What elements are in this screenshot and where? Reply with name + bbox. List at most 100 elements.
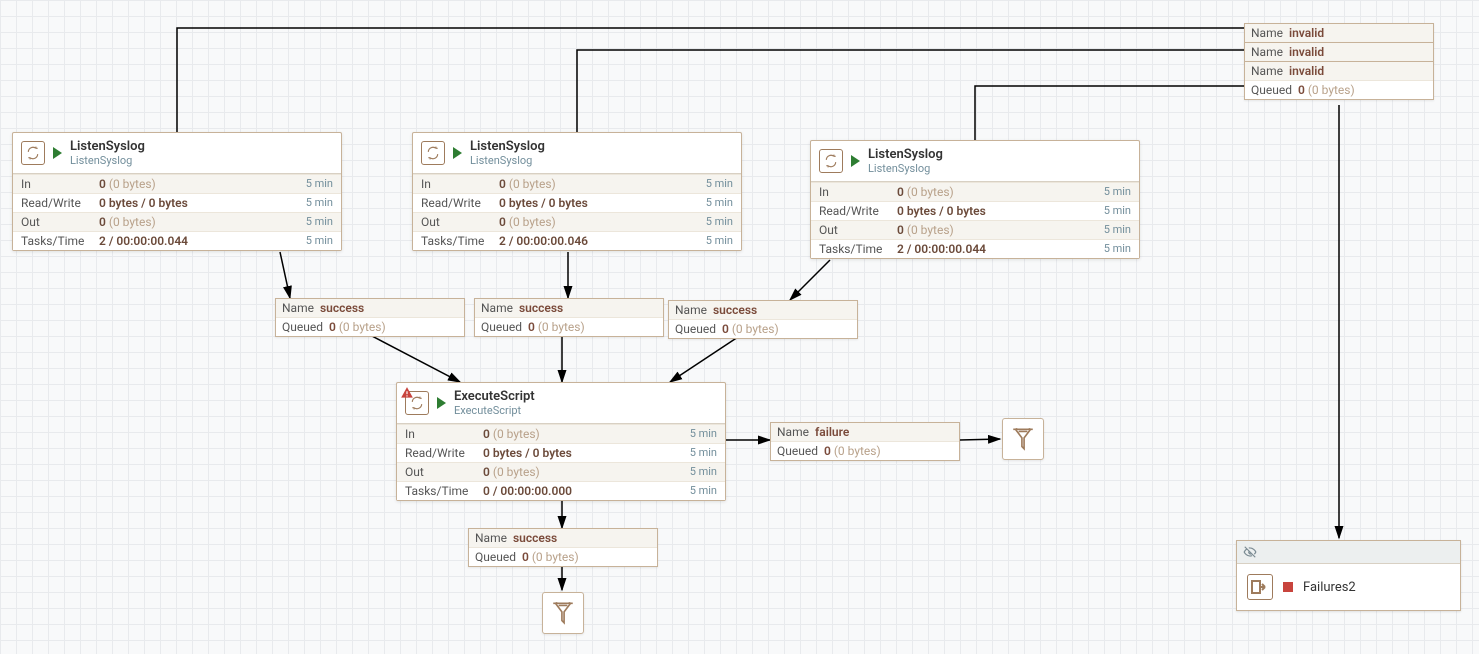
stat-window: 5 min (690, 427, 717, 441)
processor-icon (421, 141, 445, 165)
processor-listensyslog-1[interactable]: ListenSyslog ListenSyslog In 0 (0 bytes)… (412, 132, 742, 251)
processor-executescript-3[interactable]: ExecuteScript ExecuteScript In 0 (0 byte… (396, 382, 726, 501)
stat-row: In 0 (0 bytes) 5 min (13, 174, 341, 193)
stat-value: 0 bytes / 0 bytes (499, 196, 706, 210)
stat-value: 0 (0 bytes) (99, 215, 306, 229)
stat-window: 5 min (306, 234, 333, 248)
processor-subtitle: ListenSyslog (868, 162, 943, 175)
processor-header: ExecuteScript ExecuteScript (397, 383, 725, 424)
stat-label: In (21, 177, 99, 191)
processor-header: ListenSyslog ListenSyslog (811, 141, 1139, 182)
stat-value: 0 (0 bytes) (897, 223, 1104, 237)
stat-window: 5 min (1104, 204, 1131, 218)
conn-queued: 0 (0 bytes) (722, 322, 779, 336)
conn-name: success (713, 303, 757, 317)
eye-off-icon (1243, 545, 1257, 559)
processor-title: ListenSyslog (868, 147, 943, 162)
connection-success-1[interactable]: Name success Queued 0 (0 bytes) (474, 298, 664, 337)
conn-name-row: Name invalid (1245, 43, 1433, 61)
connection-invalid-0[interactable]: Name invalid Queued (1244, 23, 1434, 43)
stat-row: Read/Write 0 bytes / 0 bytes 5 min (413, 193, 741, 212)
stat-row: Out 0 (0 bytes) 5 min (413, 212, 741, 231)
conn-queued: 0 (0 bytes) (522, 550, 579, 564)
conn-name: success (320, 301, 364, 315)
stat-row: Out 0 (0 bytes) 5 min (811, 220, 1139, 239)
connection-stack-invalid[interactable]: Name invalid Queued Name invalid Queued … (1244, 24, 1434, 100)
conn-name-row: Name failure (771, 423, 959, 441)
stat-row: Out 0 (0 bytes) 5 min (397, 462, 725, 481)
processor-icon (819, 149, 843, 173)
stat-label: Read/Write (405, 446, 483, 460)
stat-label: Tasks/Time (405, 484, 483, 498)
stat-row: Read/Write 0 bytes / 0 bytes 5 min (13, 193, 341, 212)
output-port-icon (1247, 574, 1273, 600)
stat-row: In 0 (0 bytes) 5 min (397, 424, 725, 443)
processor-listensyslog-2[interactable]: ListenSyslog ListenSyslog In 0 (0 bytes)… (810, 140, 1140, 259)
funnel-0[interactable] (1002, 418, 1044, 460)
funnel-1[interactable] (542, 592, 584, 634)
port-header (1237, 541, 1460, 564)
running-indicator-icon (53, 147, 62, 159)
conn-name-row: Name success (276, 299, 464, 317)
stat-window: 5 min (706, 234, 733, 248)
stat-label: Out (421, 215, 499, 229)
conn-name: invalid (1289, 64, 1324, 78)
conn-queued-row: Queued 0 (0 bytes) (475, 317, 663, 336)
stat-label: Tasks/Time (819, 242, 897, 256)
conn-queued: 0 (0 bytes) (824, 444, 881, 458)
conn-name-row: Name success (469, 529, 657, 547)
processor-listensyslog-0[interactable]: ListenSyslog ListenSyslog In 0 (0 bytes)… (12, 132, 342, 251)
processor-icon (21, 141, 45, 165)
stat-window: 5 min (306, 196, 333, 210)
connection-invalid-2[interactable]: Name invalid Queued 0 (0 bytes) (1244, 61, 1434, 100)
stat-label: In (819, 185, 897, 199)
processor-title: ExecuteScript (454, 389, 535, 404)
stat-row: Tasks/Time 2 / 00:00:00.044 5 min (811, 239, 1139, 258)
conn-queued: 0 (0 bytes) (329, 320, 386, 334)
processor-header: ListenSyslog ListenSyslog (413, 133, 741, 174)
connection-invalid-1[interactable]: Name invalid Queued (1244, 42, 1434, 62)
stat-value: 0 bytes / 0 bytes (483, 446, 690, 460)
stat-row: In 0 (0 bytes) 5 min (811, 182, 1139, 201)
connection-failure-3[interactable]: Name failure Queued 0 (0 bytes) (770, 422, 960, 461)
stat-value: 0 (0 bytes) (99, 177, 306, 191)
conn-name-row: Name invalid (1245, 24, 1433, 42)
stat-label: Out (405, 465, 483, 479)
conn-queued-row: Queued 0 (0 bytes) (1245, 80, 1433, 99)
conn-name: failure (815, 425, 849, 439)
stat-window: 5 min (690, 484, 717, 498)
connection-success-0[interactable]: Name success Queued 0 (0 bytes) (275, 298, 465, 337)
port-name: Failures2 (1303, 580, 1356, 595)
stat-label: In (421, 177, 499, 191)
stat-value: 2 / 00:00:00.044 (897, 242, 1104, 256)
stat-label: In (405, 427, 483, 441)
stopped-indicator-icon (1283, 582, 1293, 592)
stat-value: 0 / 00:00:00.000 (483, 484, 690, 498)
stat-value: 0 (0 bytes) (499, 215, 706, 229)
processor-subtitle: ExecuteScript (454, 404, 535, 417)
processor-title: ListenSyslog (470, 139, 545, 154)
conn-queued-row: Queued 0 (0 bytes) (771, 441, 959, 460)
stat-window: 5 min (706, 177, 733, 191)
processor-header: ListenSyslog ListenSyslog (13, 133, 341, 174)
stat-label: Tasks/Time (421, 234, 499, 248)
connection-success-4[interactable]: Name success Queued 0 (0 bytes) (468, 528, 658, 567)
connection-success-2[interactable]: Name success Queued 0 (0 bytes) (668, 300, 858, 339)
stat-value: 2 / 00:00:00.044 (99, 234, 306, 248)
conn-queued: 0 (0 bytes) (528, 320, 585, 334)
stat-row: Read/Write 0 bytes / 0 bytes 5 min (397, 443, 725, 462)
output-port-failures2[interactable]: Failures2 (1236, 540, 1461, 611)
stat-window: 5 min (1104, 223, 1131, 237)
stat-row: Out 0 (0 bytes) 5 min (13, 212, 341, 231)
stat-value: 0 (0 bytes) (499, 177, 706, 191)
conn-queued-row: Queued 0 (0 bytes) (669, 319, 857, 338)
conn-name-row: Name success (475, 299, 663, 317)
stat-label: Out (21, 215, 99, 229)
conn-name: success (513, 531, 557, 545)
stat-row: Tasks/Time 2 / 00:00:00.044 5 min (13, 231, 341, 250)
stat-value: 0 bytes / 0 bytes (897, 204, 1104, 218)
conn-name: invalid (1289, 26, 1324, 40)
stat-value: 0 bytes / 0 bytes (99, 196, 306, 210)
stat-row: Tasks/Time 0 / 00:00:00.000 5 min (397, 481, 725, 500)
processor-icon (405, 391, 429, 415)
